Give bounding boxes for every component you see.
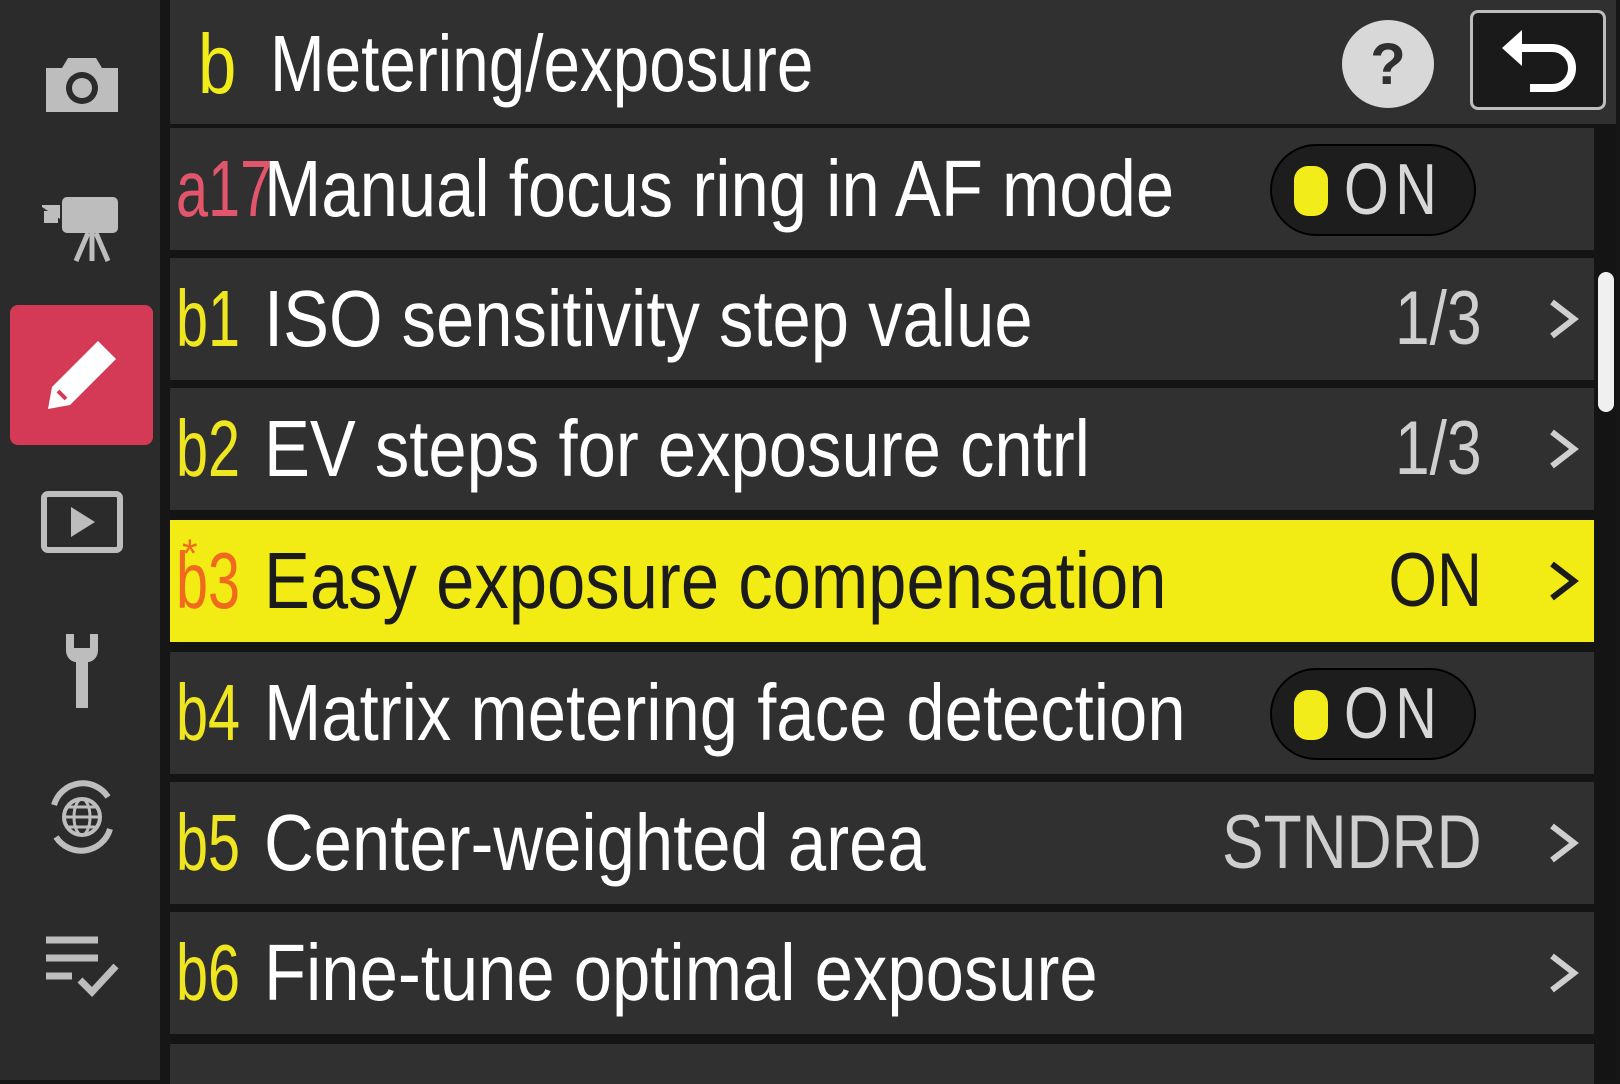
sidebar-item-custom-settings[interactable] — [10, 305, 153, 445]
sidebar-item-setup[interactable] — [10, 600, 153, 740]
menu-code: a17 — [176, 144, 273, 233]
sidebar-item-network[interactable] — [10, 747, 153, 887]
chevron-right-icon — [1550, 429, 1579, 469]
back-button[interactable] — [1470, 10, 1606, 110]
menu-row-a17[interactable]: a17 Manual focus ring in AF mode ON — [170, 128, 1594, 250]
sidebar — [0, 0, 160, 1080]
toggle-value: ON — [1344, 150, 1444, 230]
network-globe-icon — [50, 780, 113, 854]
wrench-icon — [65, 634, 98, 708]
menu-value: 1/3 — [1395, 406, 1482, 491]
menu-row-b6[interactable]: b6 Fine-tune optimal exposure — [170, 912, 1594, 1034]
chevron-right-icon — [1550, 953, 1579, 993]
sidebar-item-video-recording[interactable] — [10, 158, 153, 298]
my-menu-checklist-icon — [45, 936, 119, 998]
toggle-knob — [1294, 690, 1328, 740]
toggle-value: ON — [1344, 674, 1444, 754]
menu-panel: b Metering/exposure ? a17 Manual focus r… — [170, 0, 1616, 1084]
pencil-icon — [47, 341, 116, 409]
menu-row-b1[interactable]: b1 ISO sensitivity step value 1/3 — [170, 258, 1594, 380]
menu-row-b3[interactable]: * b3 Easy exposure compensation ON — [170, 520, 1594, 642]
menu-code: b5 — [176, 798, 241, 887]
menu-header: b Metering/exposure ? — [170, 0, 1616, 124]
menu-value: 1/3 — [1395, 276, 1482, 361]
menu-value: STNDRD — [1222, 800, 1482, 885]
chevron-right-icon — [1550, 299, 1579, 339]
chevron-right-icon — [1550, 561, 1579, 601]
menu-code: b3 — [176, 536, 241, 625]
menu-row-next-partial[interactable] — [170, 1044, 1594, 1084]
toggle-switch[interactable]: ON — [1270, 668, 1476, 760]
menu-code: b2 — [176, 404, 241, 493]
help-button[interactable]: ? — [1342, 20, 1434, 108]
menu-code: b6 — [176, 928, 241, 1017]
menu-row-b2[interactable]: b2 EV steps for exposure cntrl 1/3 — [170, 388, 1594, 510]
menu-row-b4[interactable]: b4 Matrix metering face detection ON — [170, 652, 1594, 774]
playback-icon — [40, 491, 123, 553]
menu-code: b4 — [176, 668, 241, 757]
sidebar-item-photo-shooting[interactable] — [10, 12, 153, 152]
toggle-knob — [1294, 166, 1328, 216]
toggle-switch[interactable]: ON — [1270, 144, 1476, 236]
menu-row-b5[interactable]: b5 Center-weighted area STNDRD — [170, 782, 1594, 904]
camera-icon — [45, 58, 118, 112]
menu-label: EV steps for exposure cntrl — [264, 404, 1090, 493]
menu-label: Matrix metering face detection — [264, 668, 1186, 757]
menu-group-letter: b — [198, 17, 237, 111]
movie-camera-icon — [41, 197, 118, 262]
menu-label: Center-weighted area — [264, 798, 926, 887]
menu-label: Manual focus ring in AF mode — [264, 144, 1175, 233]
sidebar-item-my-menu[interactable] — [10, 895, 153, 1035]
scrollbar-thumb[interactable] — [1598, 272, 1614, 412]
chevron-right-icon — [1550, 823, 1579, 863]
menu-label: ISO sensitivity step value — [264, 274, 1033, 363]
menu-label: Easy exposure compensation — [264, 536, 1167, 625]
return-arrow-icon — [1502, 30, 1576, 92]
menu-label: Fine-tune optimal exposure — [264, 928, 1098, 1017]
menu-value: ON — [1388, 538, 1482, 623]
sidebar-item-playback[interactable] — [10, 452, 153, 592]
page-title: Metering/exposure — [270, 19, 814, 108]
menu-code: b1 — [176, 274, 241, 363]
help-icon: ? — [1370, 31, 1406, 97]
